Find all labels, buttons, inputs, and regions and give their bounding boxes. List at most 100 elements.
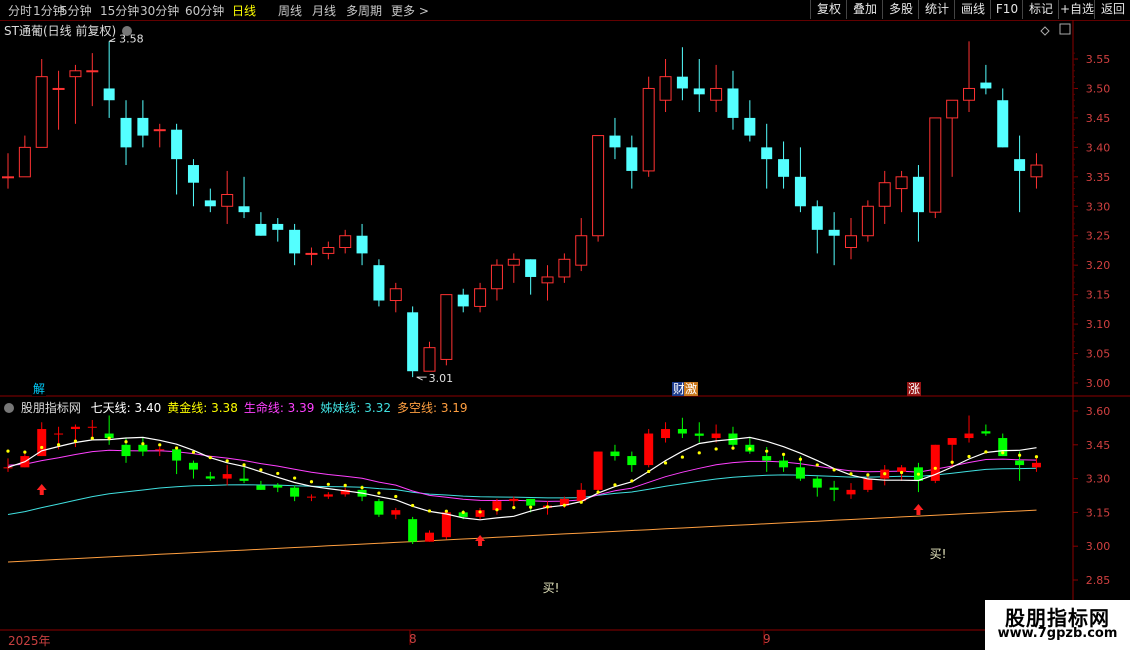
tool-button-7[interactable]: +自选 bbox=[1058, 0, 1095, 19]
ind-candle-body bbox=[3, 467, 13, 469]
candle-body bbox=[137, 117, 149, 136]
candle-body bbox=[710, 87, 723, 101]
ind-candle-body bbox=[661, 429, 671, 439]
main-axis-label-0: 3.55 bbox=[1086, 53, 1111, 66]
event-badge-3[interactable]: 涨 bbox=[907, 382, 922, 396]
gold-dot bbox=[883, 472, 887, 476]
tool-button-8[interactable]: 返回 bbox=[1094, 0, 1130, 19]
gold-dot bbox=[967, 454, 971, 459]
tool-button-0[interactable]: 复权 bbox=[810, 0, 847, 19]
gold-dot bbox=[697, 451, 701, 455]
candle-body bbox=[86, 70, 99, 73]
candle-body bbox=[18, 146, 31, 178]
gold-dot bbox=[899, 470, 904, 475]
gold-dot bbox=[293, 476, 297, 480]
gold-dot bbox=[748, 447, 752, 451]
chart-area: 3.55 3.50 3.45 3.40 3.35 3.30 3.25 3.20 3.15 3.10… bbox=[0, 20, 1130, 645]
chevron-down-icon[interactable] bbox=[121, 26, 132, 36]
ind-candle-body bbox=[1031, 462, 1041, 468]
candle-body bbox=[778, 159, 790, 177]
ind-candle-body bbox=[981, 431, 991, 434]
indicator-line-label-4: 多空线: 3.19 bbox=[396, 401, 468, 415]
ind-candle-body bbox=[172, 449, 182, 461]
gold-dot bbox=[427, 509, 432, 513]
low-marker bbox=[416, 376, 427, 381]
gold-dot bbox=[326, 482, 330, 486]
candle-body bbox=[103, 88, 115, 101]
ind-candle-body bbox=[205, 476, 215, 479]
ind-candle-body bbox=[273, 485, 283, 488]
ind-candle-body bbox=[964, 433, 974, 439]
settings-icon[interactable] bbox=[4, 403, 14, 413]
gold-dot bbox=[680, 455, 685, 459]
ind-candle-body bbox=[829, 487, 839, 490]
period-7[interactable]: 周线 bbox=[278, 2, 302, 19]
gold-dot bbox=[1001, 451, 1005, 455]
period-8[interactable]: 月线 bbox=[312, 2, 336, 19]
main-axis-label-11: 3.00 bbox=[1086, 377, 1111, 390]
indicator-line-label-2: 生命线: 3.39 bbox=[243, 401, 315, 415]
gold-dot bbox=[495, 508, 499, 512]
buy-label-1: 买! bbox=[930, 547, 947, 561]
period-0[interactable]: 分时 bbox=[8, 2, 32, 19]
window-icon bbox=[1059, 23, 1071, 35]
event-badge-2[interactable]: 激 bbox=[684, 382, 699, 396]
candle-body bbox=[407, 312, 419, 372]
ind-axis-label-5: 2.85 bbox=[1086, 574, 1111, 587]
candle-body bbox=[642, 87, 655, 172]
indicator-line-label-1: 黄金线: 3.38 bbox=[167, 401, 238, 415]
ind-candle-body bbox=[947, 438, 957, 445]
candle-body bbox=[727, 88, 739, 118]
tool-button-5[interactable]: F10 bbox=[990, 0, 1023, 19]
period-2[interactable]: 5分钟 bbox=[60, 2, 92, 19]
gold-dot bbox=[259, 468, 263, 472]
main-axis-label-2: 3.45 bbox=[1086, 112, 1111, 125]
gold-dot bbox=[343, 483, 347, 488]
period-9[interactable]: 多周期 bbox=[346, 2, 382, 19]
indicator-line-label-0: 七天线: 3.40 bbox=[90, 401, 162, 415]
buy-label-0: 买! bbox=[543, 581, 560, 595]
gold-dot bbox=[23, 450, 27, 454]
candle-body bbox=[389, 288, 402, 302]
period-4[interactable]: 30分钟 bbox=[140, 2, 179, 19]
period-5[interactable]: 60分钟 bbox=[185, 2, 224, 19]
candle-body bbox=[187, 165, 199, 183]
gold-dot bbox=[6, 449, 10, 453]
ind-candle-body bbox=[239, 478, 249, 481]
ind-axis-label-1: 3.45 bbox=[1086, 439, 1111, 452]
event-badge-0[interactable]: 解 bbox=[32, 382, 47, 396]
gold-dot bbox=[461, 510, 465, 514]
ind-axis-label-2: 3.30 bbox=[1086, 473, 1111, 486]
period-10[interactable]: 更多 > bbox=[391, 2, 429, 19]
ind-candle-body bbox=[37, 429, 47, 457]
main-chart-title: ST通葡(日线 前复权) bbox=[4, 22, 132, 39]
candle-body bbox=[69, 70, 82, 78]
gold-dot bbox=[663, 461, 668, 465]
tool-button-4[interactable]: 画线 bbox=[954, 0, 991, 19]
date-label-sep: 9 bbox=[763, 632, 771, 646]
gold-dot bbox=[377, 491, 381, 495]
candle-body bbox=[592, 135, 605, 237]
tool-button-1[interactable]: 叠加 bbox=[846, 0, 883, 19]
gold-dot bbox=[56, 443, 61, 447]
candle-body bbox=[507, 258, 520, 266]
candle-body bbox=[305, 252, 318, 255]
period-6[interactable]: 日线 bbox=[232, 2, 256, 19]
gold-dot bbox=[596, 490, 600, 494]
candle-body bbox=[659, 76, 672, 101]
gold-dot bbox=[512, 505, 516, 510]
ind-candle-body bbox=[593, 451, 603, 490]
period-3[interactable]: 15分钟 bbox=[100, 2, 139, 19]
ind-candle-body bbox=[1015, 460, 1025, 466]
tool-button-3[interactable]: 统计 bbox=[918, 0, 955, 19]
candle-body bbox=[490, 264, 503, 290]
candle-body bbox=[997, 100, 1009, 148]
tool-button-2[interactable]: 多股 bbox=[882, 0, 919, 19]
ind-candle-body bbox=[70, 426, 80, 430]
gold-dot bbox=[798, 457, 803, 461]
candle-body bbox=[558, 258, 571, 278]
candle-body bbox=[2, 176, 14, 179]
gold-dot bbox=[630, 479, 634, 483]
gold-dot bbox=[360, 486, 364, 490]
tool-button-6[interactable]: 标记 bbox=[1022, 0, 1059, 19]
